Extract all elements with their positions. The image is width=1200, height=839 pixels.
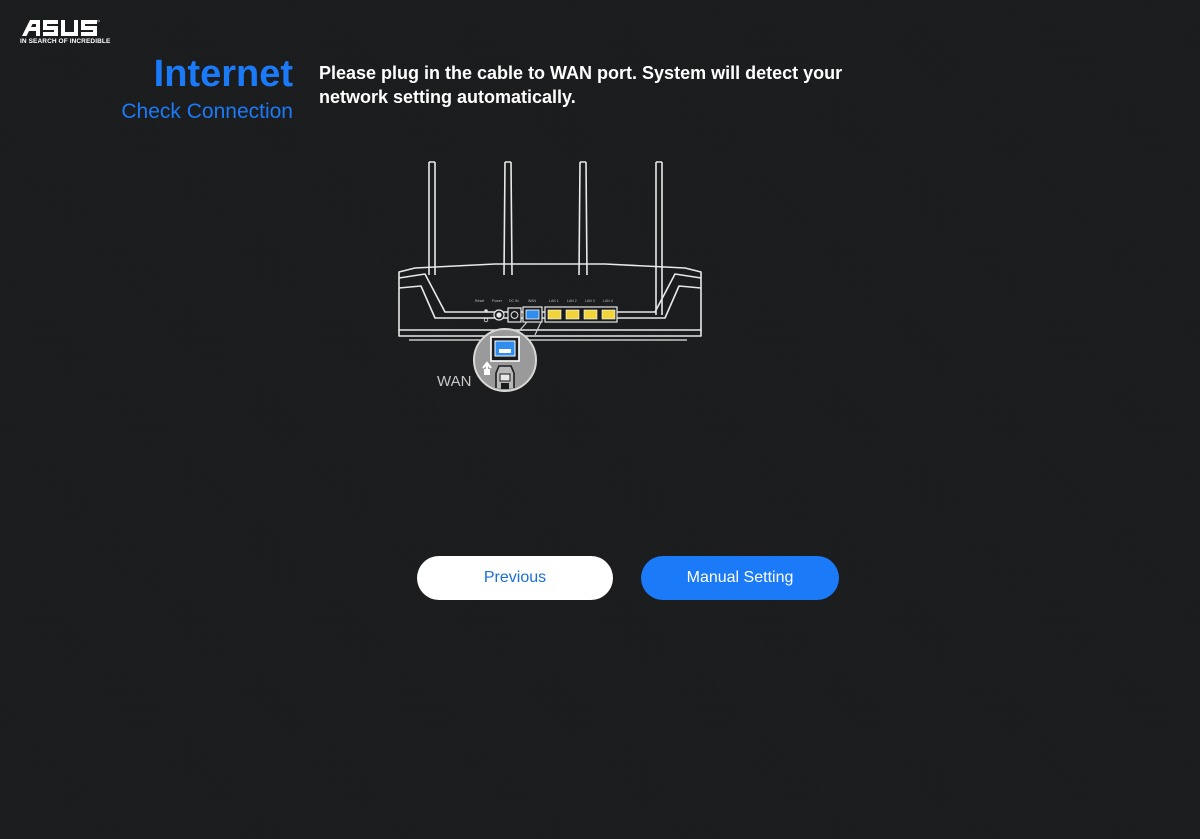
page-subtitle: Check Connection bbox=[121, 100, 293, 123]
svg-text:DC IN: DC IN bbox=[509, 299, 519, 303]
asus-logo: IN SEARCH OF INCREDIBLE bbox=[20, 18, 110, 48]
previous-button[interactable]: Previous bbox=[417, 556, 613, 600]
manual-setting-button[interactable]: Manual Setting bbox=[641, 556, 839, 600]
page-title: Internet bbox=[153, 53, 293, 95]
wan-port-label: WAN bbox=[437, 373, 472, 390]
arrow-up-icon bbox=[482, 361, 492, 375]
svg-text:LAN 3: LAN 3 bbox=[585, 299, 595, 303]
ethernet-plug-icon bbox=[495, 365, 515, 389]
svg-text:LAN 4: LAN 4 bbox=[603, 299, 613, 303]
svg-text:WAN: WAN bbox=[528, 299, 537, 303]
svg-text:LAN 1: LAN 1 bbox=[549, 299, 559, 303]
svg-text:Reset: Reset bbox=[475, 299, 484, 303]
router-illustration: Reset Power DC IN WAN LAN 1 LAN 2 LAN 3 … bbox=[395, 160, 707, 395]
logo-tagline: IN SEARCH OF INCREDIBLE bbox=[20, 38, 111, 45]
svg-text:LAN 2: LAN 2 bbox=[567, 299, 577, 303]
svg-text:Power: Power bbox=[492, 299, 503, 303]
router-icon: Reset Power DC IN WAN LAN 1 LAN 2 LAN 3 … bbox=[398, 161, 702, 392]
asus-logo-icon bbox=[22, 19, 100, 36]
title-block: Internet Check Connection bbox=[121, 52, 293, 125]
instruction-text: Please plug in the cable to WAN port. Sy… bbox=[319, 63, 843, 107]
